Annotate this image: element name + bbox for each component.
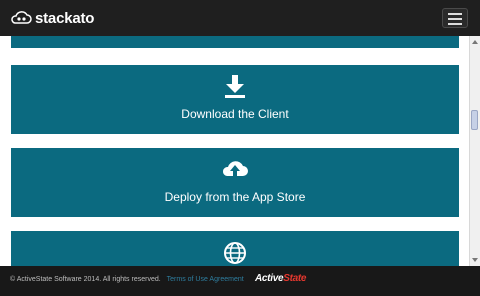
tile-download-client[interactable]: Download the Client <box>11 65 459 134</box>
logo-state: State <box>283 273 307 284</box>
scrollbar-thumb[interactable] <box>471 110 478 130</box>
stackato-logo[interactable]: stackato <box>10 9 94 27</box>
brand-name: stackato <box>35 9 95 27</box>
footer-copyright-line: © ActiveState Software 2014. All rights … <box>10 276 244 283</box>
tile-web-console[interactable] <box>11 231 459 266</box>
top-navbar: stackato <box>0 0 480 37</box>
copyright-text: © ActiveState Software 2014. All rights … <box>10 276 161 283</box>
activestate-logo[interactable]: ActiveState <box>255 273 306 284</box>
tile-partial[interactable] <box>11 36 459 48</box>
download-icon <box>225 75 245 98</box>
logo-active: Active <box>255 273 284 284</box>
terms-of-use-link[interactable]: Terms of Use Agreement <box>167 276 244 283</box>
tile-label: Download the Client <box>181 107 289 121</box>
globe-icon <box>224 242 246 264</box>
scroll-down-icon[interactable] <box>472 258 478 262</box>
tile-label: Deploy from the App Store <box>164 190 306 204</box>
cloud-upload-icon <box>222 161 248 178</box>
menu-toggle-button[interactable] <box>442 8 468 28</box>
cloud-logo-icon <box>11 11 32 24</box>
tile-deploy-app-store[interactable]: Deploy from the App Store <box>11 148 459 217</box>
page-footer: © ActiveState Software 2014. All rights … <box>0 266 480 296</box>
scroll-up-icon[interactable] <box>472 40 478 44</box>
vertical-scrollbar[interactable] <box>469 36 480 266</box>
hamburger-icon <box>448 13 462 15</box>
main-content: Download the Client Deploy from the App … <box>0 36 469 266</box>
